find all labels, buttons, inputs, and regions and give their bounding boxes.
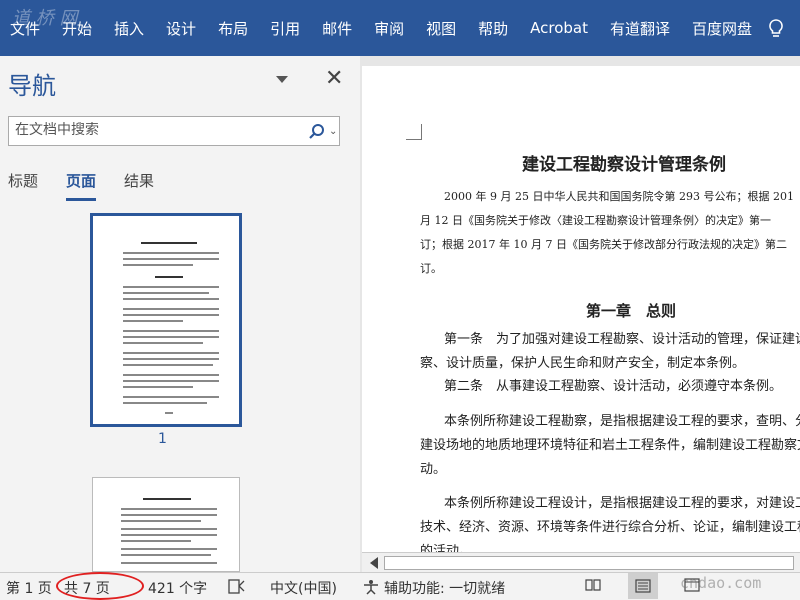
tab-mailings[interactable]: 邮件 (322, 18, 352, 39)
ribbon-tabs: 文件 开始 插入 设计 布局 引用 邮件 审阅 视图 帮助 Acrobat 有道… (0, 0, 800, 56)
watermark-top: 道 桥 网 (12, 8, 78, 29)
status-language[interactable]: 中文(中国) (270, 578, 337, 598)
page-thumbnail-2[interactable] (92, 477, 240, 572)
page-thumbnail-label: 1 (158, 431, 167, 447)
highlight-ellipse (56, 572, 144, 600)
page-thumbnail-1[interactable] (90, 213, 242, 427)
nav-tabs: 标题 页面 结果 (8, 170, 182, 201)
document-page[interactable]: 建设工程勘察设计管理条例 2000 年 9 月 25 日中华人民共和国国务院令第… (362, 66, 800, 556)
paragraph-3-line-3: 动。 (420, 462, 447, 477)
paragraph-4-line-2: 技术、经济、资源、环境等条件进行综合分析、论证，编制建设工程设计 (420, 520, 800, 535)
status-page[interactable]: 第 1 页 (6, 578, 52, 598)
tab-view[interactable]: 视图 (426, 18, 456, 39)
print-layout-button[interactable] (628, 573, 658, 599)
status-word-count[interactable]: 421 个字 (148, 578, 207, 598)
document-area[interactable]: 建设工程勘察设计管理条例 2000 年 9 月 25 日中华人民共和国国务院令第… (362, 56, 800, 572)
paragraph-3-line-2: 建设场地的地质地理环境特征和岩土工程条件，编制建设工程勘察文件的 (420, 438, 800, 453)
watermark-bottom: cndao.com (680, 574, 762, 592)
tab-insert[interactable]: 插入 (114, 18, 144, 39)
tab-design[interactable]: 设计 (166, 18, 196, 39)
read-mode-icon[interactable] (585, 578, 601, 592)
doc-line-2: 月 12 日《国务院关于修改〈建设工程勘察设计管理条例〉的决定》第一 (420, 214, 771, 227)
tab-references[interactable]: 引用 (270, 18, 300, 39)
tab-acrobat[interactable]: Acrobat (530, 19, 588, 37)
paragraph-3-line-1: 本条例所称建设工程勘察，是指根据建设工程的要求，查明、分析 (444, 414, 800, 429)
nav-tab-results[interactable]: 结果 (124, 170, 154, 201)
nav-tab-pages[interactable]: 页面 (66, 170, 97, 201)
proofing-icon[interactable] (228, 579, 246, 595)
nav-close-icon[interactable]: ✕ (325, 66, 343, 91)
page-margin-corner (406, 124, 422, 140)
scrollbar-thumb[interactable] (384, 556, 794, 570)
article-1-line-2: 察、设计质量，保护人民生命和财产安全，制定本条例。 (420, 356, 746, 371)
accessibility-icon[interactable] (362, 579, 380, 595)
doc-line-3: 订；根据 2017 年 10 月 7 日《国务院关于修改部分行政法规的决定》第二 (420, 238, 787, 251)
tab-layout[interactable]: 布局 (218, 18, 248, 39)
scroll-left-icon[interactable] (370, 557, 378, 569)
tab-baidu[interactable]: 百度网盘 (692, 18, 752, 39)
article-2-line: 第二条 从事建设工程勘察、设计活动，必须遵守本条例。 (444, 379, 783, 394)
nav-tab-headings[interactable]: 标题 (8, 170, 38, 201)
nav-search-box[interactable]: ⌄ (8, 116, 340, 146)
tab-youdao[interactable]: 有道翻译 (610, 18, 670, 39)
doc-line-1: 2000 年 9 月 25 日中华人民共和国国务院令第 293 号公布；根据 2… (444, 190, 794, 203)
lightbulb-icon[interactable] (766, 18, 786, 40)
nav-options-arrow-icon[interactable] (276, 76, 288, 83)
chapter-heading: 第一章 总则 (586, 302, 677, 320)
tab-help[interactable]: 帮助 (478, 18, 508, 39)
search-dropdown-chevron-icon[interactable]: ⌄ (329, 126, 337, 137)
paragraph-4-line-1: 本条例所称建设工程设计，是指根据建设工程的要求，对建设工程所 (444, 496, 800, 511)
horizontal-scrollbar[interactable] (362, 552, 800, 572)
navigation-pane: 导航 ✕ ⌄ 标题 页面 结果 (0, 56, 360, 572)
print-layout-icon (635, 579, 651, 593)
tab-review[interactable]: 审阅 (374, 18, 404, 39)
article-1-line-1: 第一条 为了加强对建设工程勘察、设计活动的管理，保证建设工程 (444, 332, 800, 347)
status-accessibility[interactable]: 辅助功能: 一切就绪 (384, 578, 505, 598)
nav-title: 导航 (8, 72, 56, 100)
nav-search-input[interactable] (15, 122, 295, 138)
document-title: 建设工程勘察设计管理条例 (522, 155, 726, 175)
search-icon[interactable] (308, 123, 326, 141)
doc-line-4: 订。 (420, 262, 442, 275)
